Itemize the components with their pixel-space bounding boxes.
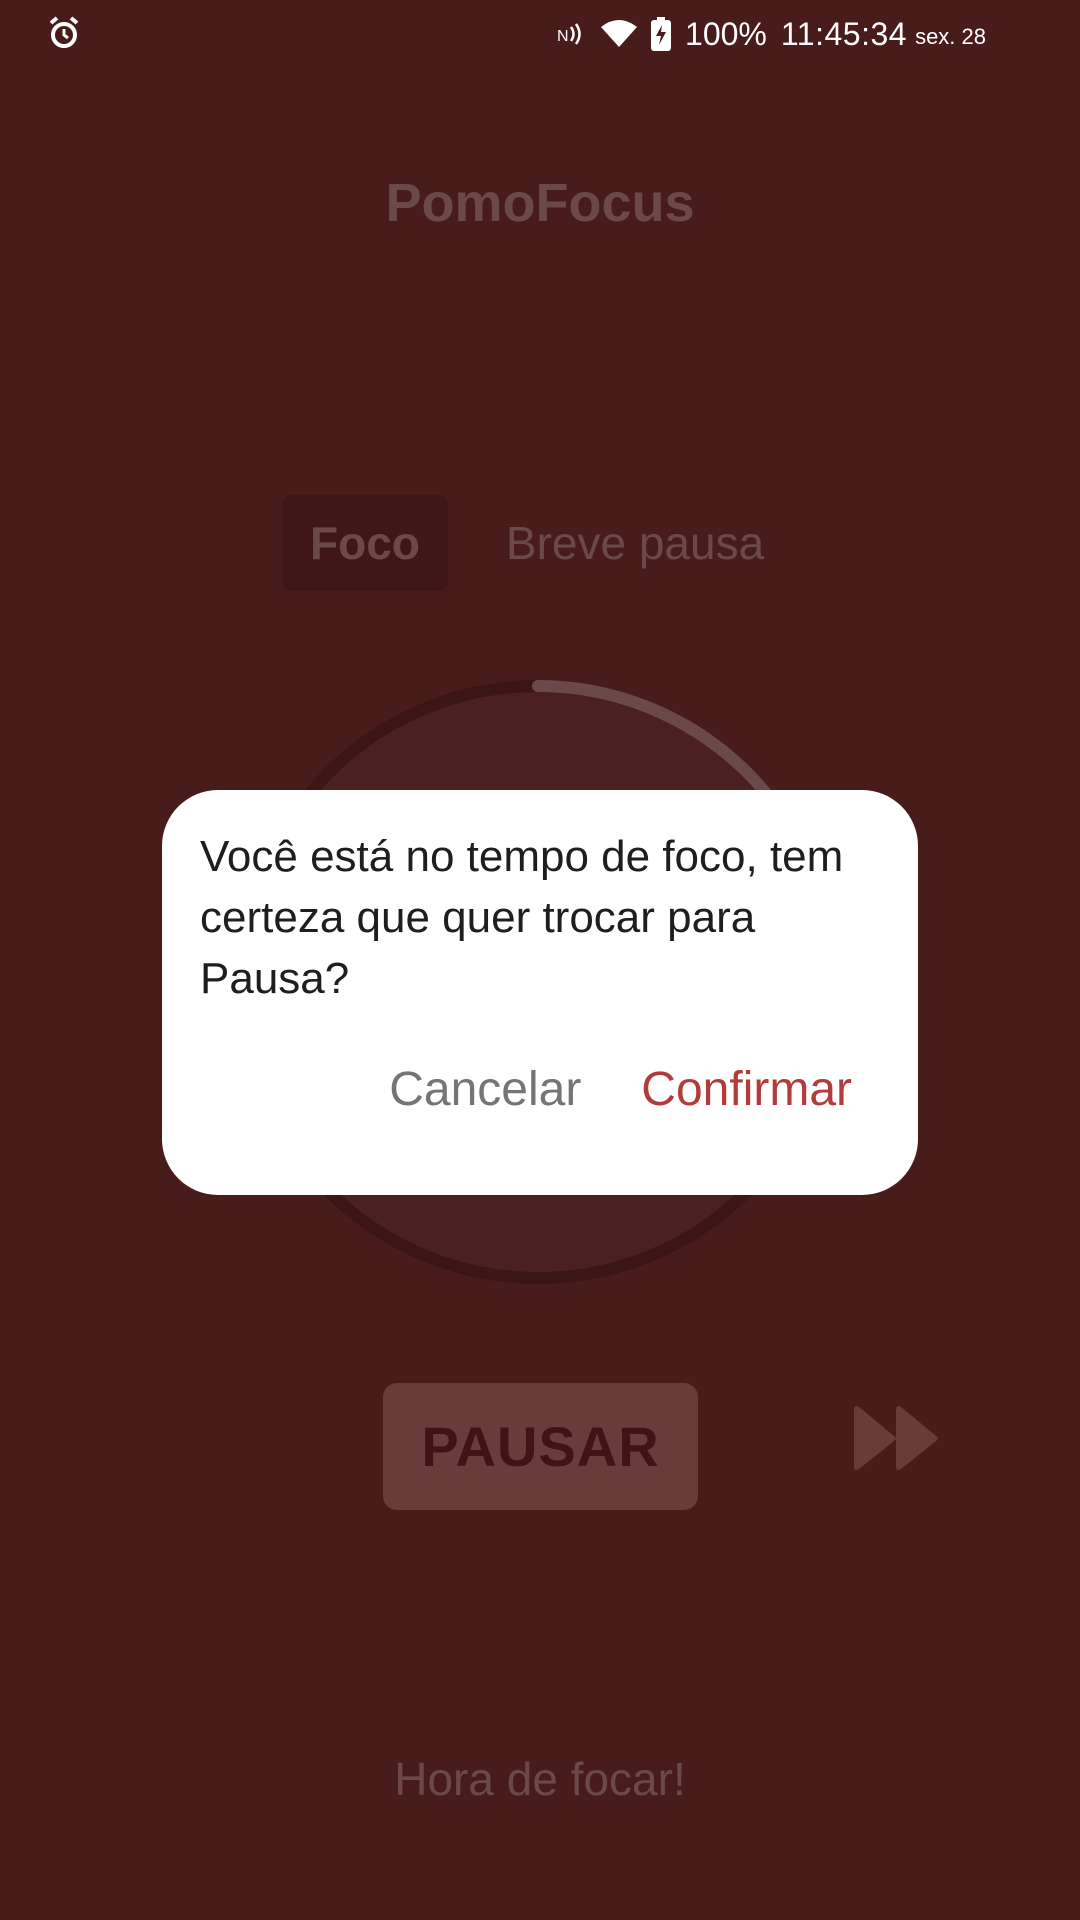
dialog-actions: Cancelar Confirmar [389, 1062, 852, 1117]
confirm-dialog: Você está no tempo de foco, tem certeza … [162, 790, 918, 1195]
cancel-button[interactable]: Cancelar [389, 1062, 581, 1117]
confirm-button[interactable]: Confirmar [641, 1062, 852, 1117]
dialog-message: Você está no tempo de foco, tem certeza … [200, 832, 844, 1003]
